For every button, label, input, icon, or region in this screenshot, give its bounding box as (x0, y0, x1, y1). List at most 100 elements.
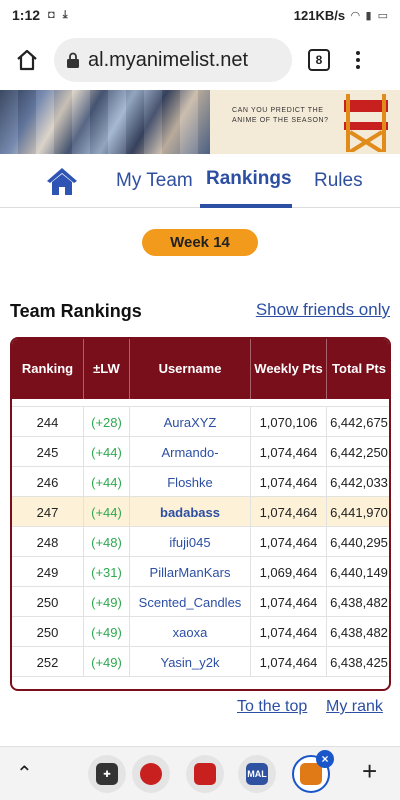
table-row[interactable] (12, 399, 389, 407)
table-row[interactable]: 252 (+49) Yasin_y2k 1,074,464 6,438,425 (12, 647, 389, 677)
cell-lw: (+49) (84, 587, 130, 617)
director-chair-icon (344, 94, 388, 152)
cell-total-pts: 6,440,149 (330, 564, 388, 580)
cell-lw: (+49) (84, 617, 130, 647)
browser-tab[interactable] (186, 755, 224, 793)
cell-weekly-pts: 1,070,106 (251, 407, 327, 437)
clock: 1:12 (12, 7, 41, 23)
discord-icon: ◘ (48, 9, 55, 21)
browser-tab-strip: ⌃ ✚ MAL (0, 746, 400, 800)
week-selector[interactable]: Week 14 (142, 229, 258, 256)
table-row[interactable] (12, 677, 389, 689)
tab-rankings[interactable]: Rankings (206, 168, 292, 190)
column-header-username: Username (130, 339, 251, 399)
cell-lw: (+31) (84, 557, 130, 587)
cell-rank: 250 (12, 587, 84, 617)
cell-total-pts: 6,441,970 (330, 504, 388, 520)
cell-username[interactable]: Scented_Candles (130, 587, 251, 617)
cell-username[interactable]: PillarManKars (130, 557, 251, 587)
url-text: al.myanimelist.net (88, 48, 249, 71)
cell-username[interactable]: badabass (130, 497, 251, 527)
cell-rank: 244 (12, 407, 84, 437)
rankings-table: Ranking ±LW Username Weekly Pts Total Pt… (10, 337, 391, 691)
banner-tagline-line2: ANIME OF THE SEASON? (232, 117, 329, 124)
header-banner: CAN YOU PREDICT THE ANIME OF THE SEASON? (0, 90, 400, 154)
pokeball-icon (140, 763, 162, 785)
cell-username[interactable]: Yasin_y2k (130, 647, 251, 677)
cell-total-pts: 6,442,250 (330, 444, 388, 460)
my-rank-link[interactable]: My rank (326, 698, 383, 716)
show-friends-only-link[interactable]: Show friends only (256, 300, 390, 320)
cell-total-pts: 6,438,482 (330, 624, 388, 640)
cell-lw: (+48) (84, 527, 130, 557)
cell-username[interactable]: Armando- (130, 437, 251, 467)
cell-weekly-pts: 1,069,464 (251, 557, 327, 587)
banner-tagline-line1: CAN YOU PREDICT THE (232, 107, 324, 114)
browser-tab[interactable] (132, 755, 170, 793)
table-row[interactable]: 250 (+49) xaoxa 1,074,464 6,438,482 (12, 617, 389, 647)
status-bar: 1:12 ◘ ⤓ 121KB/s ◠ ▮ ▭ (0, 0, 400, 30)
network-speed: 121KB/s (293, 7, 346, 23)
banner-tagline: CAN YOU PREDICT THE ANIME OF THE SEASON? (232, 106, 332, 126)
close-tab-icon[interactable]: × (316, 750, 334, 768)
cell-username[interactable]: AuraXYZ (130, 407, 251, 437)
cell-weekly-pts: 1,074,464 (251, 437, 327, 467)
menu-dot-icon (356, 51, 360, 55)
cell-total-pts: 6,438,482 (330, 594, 388, 610)
address-bar[interactable]: al.myanimelist.net (54, 38, 292, 82)
cell-weekly-pts: 1,074,464 (251, 647, 327, 677)
mal-icon: MAL (246, 763, 268, 785)
table-header: Ranking ±LW Username Weekly Pts Total Pt… (12, 339, 389, 399)
cell-username[interactable]: ifuji045 (130, 527, 251, 557)
battery-icon: ▭ (377, 9, 388, 22)
active-tab-indicator (200, 204, 292, 208)
browser-home-button[interactable] (10, 43, 44, 77)
table-row[interactable]: 248 (+48) ifuji045 1,074,464 6,440,295 (12, 527, 389, 557)
menu-dot-icon (356, 65, 360, 69)
home-icon (17, 49, 37, 71)
cell-weekly-pts: 1,074,464 (251, 587, 327, 617)
section-title: Team Rankings (10, 301, 142, 321)
cell-weekly-pts: 1,074,464 (251, 527, 327, 557)
cell-rank: 252 (12, 647, 84, 677)
table-row[interactable]: 246 (+44) Floshke 1,074,464 6,442,033 (12, 467, 389, 497)
table-row[interactable]: 249 (+31) PillarManKars 1,069,464 6,440,149 (12, 557, 389, 587)
browser-tab[interactable]: MAL (238, 755, 276, 793)
signal-icon: ▮ (365, 9, 372, 22)
anime-collage-image (0, 90, 210, 154)
cell-rank: 250 (12, 617, 84, 647)
cell-weekly-pts: 1,074,464 (251, 497, 327, 527)
cell-username[interactable]: Floshke (130, 467, 251, 497)
column-header-total-pts: Total Pts (332, 361, 386, 376)
fantasy-shield-icon (300, 763, 322, 785)
column-header-weekly-pts: Weekly Pts (251, 339, 327, 399)
column-header-ranking: Ranking (12, 339, 84, 399)
browser-tab[interactable]: ✚ (88, 755, 126, 793)
home-icon[interactable] (46, 166, 78, 196)
tab-switcher-button[interactable]: 8 (308, 49, 330, 71)
download-icon: ⤓ (62, 8, 68, 21)
gamepad-icon: ✚ (96, 763, 118, 785)
cell-username[interactable]: xaoxa (130, 617, 251, 647)
browser-toolbar: al.myanimelist.net 8 (0, 30, 400, 90)
table-row[interactable]: 245 (+44) Armando- 1,074,464 6,442,250 (12, 437, 389, 467)
cell-total-pts: 6,442,675 (330, 414, 388, 430)
chevron-up-icon[interactable]: ⌃ (16, 761, 33, 786)
cell-lw: (+44) (84, 437, 130, 467)
table-row[interactable]: 244 (+28) AuraXYZ 1,070,106 6,442,675 (12, 407, 389, 437)
cell-rank: 246 (12, 467, 84, 497)
table-row[interactable]: 250 (+49) Scented_Candles 1,074,464 6,438,48… (12, 587, 389, 617)
wifi-icon: ◠ (351, 9, 360, 22)
cell-lw: (+44) (84, 467, 130, 497)
cell-rank: 248 (12, 527, 84, 557)
cell-total-pts: 6,442,033 (330, 474, 388, 490)
new-tab-icon[interactable]: + (362, 756, 377, 787)
tab-my-team[interactable]: My Team (116, 170, 193, 192)
browser-menu-button[interactable] (348, 51, 368, 69)
cell-lw: (+49) (84, 647, 130, 677)
table-row[interactable]: 247 (+44) badabass 1,074,464 6,441,970 (12, 497, 389, 527)
table-body[interactable]: 244 (+28) AuraXYZ 1,070,106 6,442,675 245 (+44… (12, 399, 389, 689)
to-the-top-link[interactable]: To the top (237, 698, 307, 716)
cell-weekly-pts: 1,074,464 (251, 617, 327, 647)
tab-rules[interactable]: Rules (314, 170, 363, 192)
